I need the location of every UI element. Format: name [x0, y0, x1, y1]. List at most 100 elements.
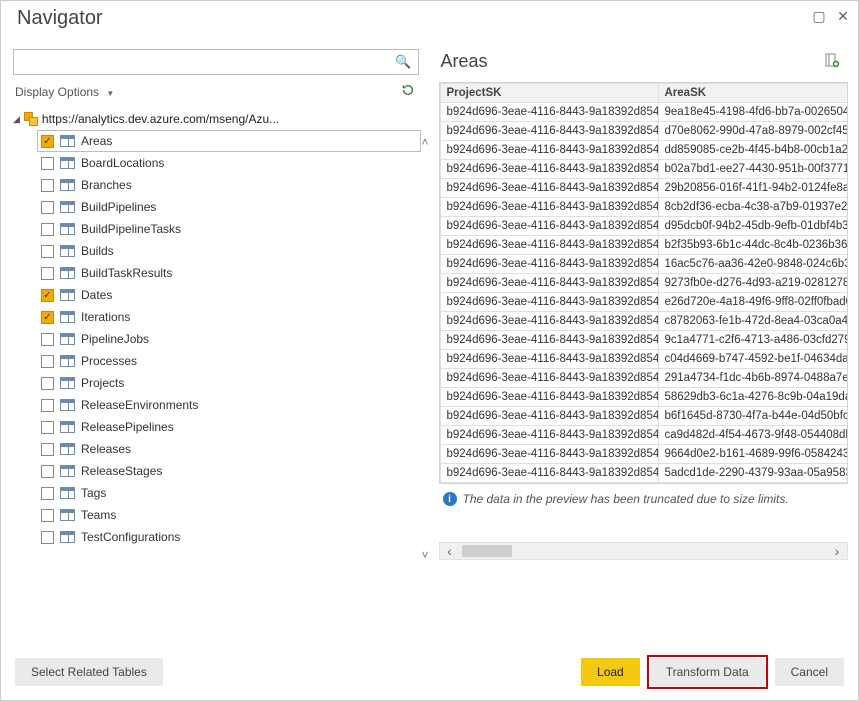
table-row[interactable]: b924d696-3eae-4116-8443-9a18392d8544dd85…: [440, 141, 848, 160]
tree-item-iterations[interactable]: ✓Iterations: [37, 306, 421, 328]
tree-item-buildtaskresults[interactable]: BuildTaskResults: [37, 262, 421, 284]
display-options-dropdown[interactable]: Display Options ▼: [15, 85, 114, 99]
tree-item-branches[interactable]: Branches: [37, 174, 421, 196]
search-icon[interactable]: 🔍: [393, 54, 413, 70]
table-row[interactable]: b924d696-3eae-4116-8443-9a18392d8544291a…: [440, 369, 848, 388]
table-cell: c8782063-fe1b-472d-8ea4-03ca0a488f48: [658, 312, 848, 331]
table-row[interactable]: b924d696-3eae-4116-8443-9a18392d854429b2…: [440, 179, 848, 198]
table-cell: b924d696-3eae-4116-8443-9a18392d8544: [440, 160, 658, 179]
table-row[interactable]: b924d696-3eae-4116-8443-9a18392d85449ea1…: [440, 103, 848, 122]
checkbox[interactable]: [41, 355, 54, 368]
checkbox[interactable]: [41, 245, 54, 258]
tree-item-builds[interactable]: Builds: [37, 240, 421, 262]
transform-data-button[interactable]: Transform Data: [650, 658, 765, 686]
datasource-icon: [24, 112, 38, 126]
tree-item-areas[interactable]: ✓Areas: [37, 130, 421, 152]
scroll-right-icon[interactable]: ›: [827, 543, 847, 559]
close-icon[interactable]: ✕: [836, 9, 850, 23]
checkbox[interactable]: [41, 333, 54, 346]
checkbox[interactable]: [41, 531, 54, 544]
search-box[interactable]: 🔍: [13, 49, 419, 75]
navigator-window: Navigator ▢ ✕ 🔍 Display Options ▼ ˄: [0, 0, 859, 701]
tree-item-dates[interactable]: ✓Dates: [37, 284, 421, 306]
table-row[interactable]: b924d696-3eae-4116-8443-9a18392d85448cb2…: [440, 198, 848, 217]
table-cell: b924d696-3eae-4116-8443-9a18392d8544: [440, 179, 658, 198]
preview-title: Areas: [441, 51, 488, 72]
add-column-icon[interactable]: [824, 52, 840, 71]
display-options-label: Display Options: [15, 85, 99, 99]
tree-item-projects[interactable]: Projects: [37, 372, 421, 394]
table-row[interactable]: b924d696-3eae-4116-8443-9a18392d85445862…: [440, 388, 848, 407]
tree-item-releases[interactable]: Releases: [37, 438, 421, 460]
table-row[interactable]: b924d696-3eae-4116-8443-9a18392d85445adc…: [440, 464, 848, 483]
tree-item-releasepipelines[interactable]: ReleasePipelines: [37, 416, 421, 438]
data-grid[interactable]: ProjectSKAreaSKAreaId b924d696-3eae-4116…: [439, 82, 849, 484]
tree-scroll-down[interactable]: ˅: [421, 548, 428, 562]
collapse-icon[interactable]: ◢: [13, 114, 20, 125]
tree-item-pipelinejobs[interactable]: PipelineJobs: [37, 328, 421, 350]
checkbox[interactable]: ✓: [41, 289, 54, 302]
tree-item-tags[interactable]: Tags: [37, 482, 421, 504]
horizontal-scrollbar[interactable]: ‹ ›: [439, 542, 849, 560]
checkbox[interactable]: [41, 487, 54, 500]
table-cell: 8cb2df36-ecba-4c38-a7b9-01937e27c047: [658, 198, 848, 217]
checkbox[interactable]: ✓: [41, 135, 54, 148]
table-row[interactable]: b924d696-3eae-4116-8443-9a18392d8544e26d…: [440, 293, 848, 312]
table-cell: c04d4669-b747-4592-be1f-04634da1c094: [658, 350, 848, 369]
left-pane: 🔍 Display Options ▼ ˄ ◢ https://analytic…: [11, 45, 433, 642]
scroll-thumb[interactable]: [462, 545, 512, 557]
scroll-left-icon[interactable]: ‹: [440, 543, 460, 559]
checkbox[interactable]: [41, 267, 54, 280]
checkbox[interactable]: [41, 377, 54, 390]
tree-item-buildpipelinetasks[interactable]: BuildPipelineTasks: [37, 218, 421, 240]
table-row[interactable]: b924d696-3eae-4116-8443-9a18392d85449273…: [440, 274, 848, 293]
tree-root[interactable]: ◢ https://analytics.dev.azure.com/mseng/…: [11, 108, 421, 130]
tree-item-processes[interactable]: Processes: [37, 350, 421, 372]
table-row[interactable]: b924d696-3eae-4116-8443-9a18392d85449664…: [440, 445, 848, 464]
tree-item-buildpipelines[interactable]: BuildPipelines: [37, 196, 421, 218]
select-related-tables-button[interactable]: Select Related Tables: [15, 658, 163, 686]
checkbox[interactable]: [41, 421, 54, 434]
checkbox[interactable]: [41, 399, 54, 412]
window-buttons: ▢ ✕: [812, 7, 850, 23]
checkbox[interactable]: [41, 201, 54, 214]
table-row[interactable]: b924d696-3eae-4116-8443-9a18392d85449c1a…: [440, 331, 848, 350]
column-header[interactable]: AreaSK: [658, 84, 848, 103]
checkbox[interactable]: [41, 509, 54, 522]
table-cell: b924d696-3eae-4116-8443-9a18392d8544: [440, 426, 658, 445]
checkbox[interactable]: ✓: [41, 311, 54, 324]
checkbox[interactable]: [41, 157, 54, 170]
column-header[interactable]: ProjectSK: [440, 84, 658, 103]
table-row[interactable]: b924d696-3eae-4116-8443-9a18392d8544b2f3…: [440, 236, 848, 255]
tree-item-boardlocations[interactable]: BoardLocations: [37, 152, 421, 174]
table-row[interactable]: b924d696-3eae-4116-8443-9a18392d8544b6f1…: [440, 407, 848, 426]
checkbox[interactable]: [41, 223, 54, 236]
tree-scroll-up[interactable]: ˄: [421, 135, 428, 149]
table-icon: [60, 223, 75, 235]
load-button[interactable]: Load: [581, 658, 640, 686]
checkbox[interactable]: [41, 465, 54, 478]
tree-item-releaseenvironments[interactable]: ReleaseEnvironments: [37, 394, 421, 416]
checkbox[interactable]: [41, 179, 54, 192]
table-cell: 9273fb0e-d276-4d93-a219-02812781512b: [658, 274, 848, 293]
refresh-icon[interactable]: [401, 83, 415, 100]
table-icon: [60, 531, 75, 543]
maximize-icon[interactable]: ▢: [812, 9, 826, 23]
table-row[interactable]: b924d696-3eae-4116-8443-9a18392d8544c04d…: [440, 350, 848, 369]
tree-item-releasestages[interactable]: ReleaseStages: [37, 460, 421, 482]
table-row[interactable]: b924d696-3eae-4116-8443-9a18392d854416ac…: [440, 255, 848, 274]
cancel-button[interactable]: Cancel: [775, 658, 844, 686]
table-icon: [60, 289, 75, 301]
table-cell: 29b20856-016f-41f1-94b2-0124fe8a01d9: [658, 179, 848, 198]
table-row[interactable]: b924d696-3eae-4116-8443-9a18392d8544d70e…: [440, 122, 848, 141]
tree-item-testconfigurations[interactable]: TestConfigurations: [37, 526, 421, 548]
table-row[interactable]: b924d696-3eae-4116-8443-9a18392d8544ca9d…: [440, 426, 848, 445]
checkbox[interactable]: [41, 443, 54, 456]
tree-item-teams[interactable]: Teams: [37, 504, 421, 526]
table-cell: b924d696-3eae-4116-8443-9a18392d8544: [440, 331, 658, 350]
tree-item-label: Tags: [81, 486, 417, 500]
table-row[interactable]: b924d696-3eae-4116-8443-9a18392d8544b02a…: [440, 160, 848, 179]
table-row[interactable]: b924d696-3eae-4116-8443-9a18392d8544c878…: [440, 312, 848, 331]
search-input[interactable]: [18, 55, 393, 69]
table-row[interactable]: b924d696-3eae-4116-8443-9a18392d8544d95d…: [440, 217, 848, 236]
